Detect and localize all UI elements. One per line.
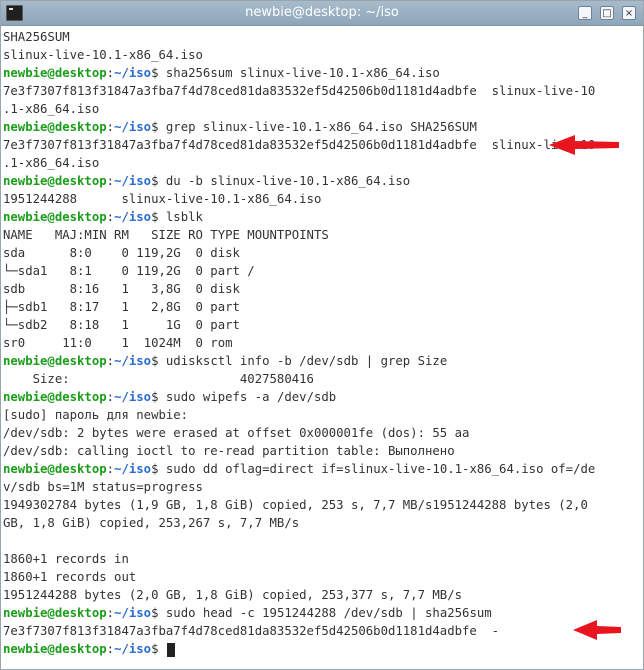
command-text: grep slinux-live-10.1-x86_64.iso SHA256S… <box>158 120 477 134</box>
output-line: 1951244288 slinux-live-10.1-x86_64.iso <box>3 192 322 206</box>
prompt-symbol: $ <box>151 174 159 188</box>
text-cursor <box>166 642 175 657</box>
prompt-user: newbie@desktop <box>3 174 107 188</box>
output-line: v/sdb bs=1M status=progress <box>3 480 203 494</box>
window-title: newbie@desktop: ~/iso <box>245 5 399 20</box>
command-text: lsblk <box>158 210 203 224</box>
prompt-line: newbie@desktop:~/iso$ sudo dd oflag=dire… <box>3 460 643 478</box>
title-bar[interactable]: newbie@desktop: ~/iso _ □ × <box>1 1 643 26</box>
prompt-user: newbie@desktop <box>3 462 107 476</box>
prompt-user: newbie@desktop <box>3 642 107 656</box>
prompt-path: ~/iso <box>114 66 152 80</box>
prompt-separator: : <box>106 174 115 188</box>
prompt-line: newbie@desktop:~/iso$ grep slinux-live-1… <box>3 118 643 136</box>
prompt-path: ~/iso <box>114 462 152 476</box>
output-line: .1-x86_64.iso <box>3 156 100 170</box>
prompt-path: ~/iso <box>114 390 152 404</box>
output-line: sda 8:0 0 119,2G 0 disk <box>3 246 240 260</box>
prompt-user: newbie@desktop <box>3 210 107 224</box>
red-arrow-icon <box>549 135 619 155</box>
prompt-symbol: $ <box>151 642 159 656</box>
command-text: sudo dd oflag=direct if=slinux-live-10.1… <box>158 462 596 476</box>
output-line: GB, 1,8 GiB) copied, 253,267 s, 7,7 MB/s <box>3 516 300 530</box>
prompt-symbol: $ <box>151 120 159 134</box>
output-line: 7e3f7307f813f31847a3fba7f4d78ced81da8353… <box>3 138 596 152</box>
command-text: sudo wipefs -a /dev/sdb <box>158 390 337 404</box>
terminal-output[interactable]: SHA256SUM slinux-live-10.1-x86_64.isonewb… <box>3 28 643 668</box>
prompt-line: newbie@desktop:~/iso$ du -b slinux-live-… <box>3 172 643 190</box>
maximize-button[interactable]: □ <box>600 6 614 20</box>
close-button[interactable]: × <box>622 6 636 20</box>
command-text: udisksctl info -b /dev/sdb | grep Size <box>158 354 448 368</box>
output-line: [sudo] пароль для newbie: <box>3 408 189 422</box>
output-line: slinux-live-10.1-x86_64.iso <box>3 48 203 62</box>
prompt-symbol: $ <box>151 210 159 224</box>
prompt-separator: : <box>106 462 115 476</box>
prompt-line: newbie@desktop:~/iso$ udisksctl info -b … <box>3 352 643 370</box>
command-text: sha256sum slinux-live-10.1-x86_64.iso <box>158 66 440 80</box>
prompt-path: ~/iso <box>114 120 152 134</box>
output-line: /dev/sdb: 2 bytes were erased at offset … <box>3 426 470 440</box>
output-line: NAME MAJ:MIN RM SIZE RO TYPE MOUNTPOINTS <box>3 228 329 242</box>
prompt-line: newbie@desktop:~/iso$ sudo wipefs -a /de… <box>3 388 643 406</box>
prompt-user: newbie@desktop <box>3 354 107 368</box>
command-text: sudo head -c 1951244288 /dev/sdb | sha25… <box>158 606 492 620</box>
output-line: 7e3f7307f813f31847a3fba7f4d78ced81da8353… <box>3 84 596 98</box>
prompt-separator: : <box>106 642 115 656</box>
prompt-symbol: $ <box>151 462 159 476</box>
minimize-button[interactable]: _ <box>578 6 592 20</box>
output-line: /dev/sdb: calling ioctl to re-read parti… <box>3 444 455 458</box>
prompt-path: ~/iso <box>114 174 152 188</box>
prompt-user: newbie@desktop <box>3 66 107 80</box>
prompt-symbol: $ <box>151 390 159 404</box>
prompt-separator: : <box>106 354 115 368</box>
output-line: └─sdb2 8:18 1 1G 0 part <box>3 318 240 332</box>
prompt-line: newbie@desktop:~/iso$ <box>3 640 643 658</box>
output-line: 7e3f7307f813f31847a3fba7f4d78ced81da8353… <box>3 624 500 638</box>
command-text <box>159 642 166 656</box>
prompt-separator: : <box>106 66 115 80</box>
output-line: sr0 11:0 1 1024M 0 rom <box>3 336 233 350</box>
output-line: Size: 4027580416 <box>3 372 314 386</box>
prompt-path: ~/iso <box>114 354 152 368</box>
output-line: 1860+1 records in <box>3 552 129 566</box>
output-line: 1860+1 records out <box>3 570 137 584</box>
prompt-separator: : <box>106 120 115 134</box>
output-line: SHA256SUM <box>3 30 70 44</box>
red-arrow-icon <box>573 620 621 640</box>
output-line: ├─sdb1 8:17 1 2,8G 0 part <box>3 300 240 314</box>
prompt-symbol: $ <box>151 66 159 80</box>
prompt-line: newbie@desktop:~/iso$ sha256sum slinux-l… <box>3 64 643 82</box>
prompt-line: newbie@desktop:~/iso$ sudo head -c 19512… <box>3 604 643 622</box>
prompt-symbol: $ <box>151 606 159 620</box>
output-line: 1949302784 bytes (1,9 GB, 1,8 GiB) copie… <box>3 498 588 512</box>
output-line: sdb 8:16 1 3,8G 0 disk <box>3 282 240 296</box>
prompt-user: newbie@desktop <box>3 390 107 404</box>
prompt-separator: : <box>106 606 115 620</box>
prompt-line: newbie@desktop:~/iso$ lsblk <box>3 208 643 226</box>
output-line: └─sda1 8:1 0 119,2G 0 part / <box>3 264 255 278</box>
prompt-path: ~/iso <box>114 210 152 224</box>
prompt-path: ~/iso <box>114 642 152 656</box>
output-line: .1-x86_64.iso <box>3 102 100 116</box>
command-text: du -b slinux-live-10.1-x86_64.iso <box>158 174 411 188</box>
prompt-user: newbie@desktop <box>3 606 107 620</box>
prompt-path: ~/iso <box>114 606 152 620</box>
prompt-separator: : <box>106 210 115 224</box>
output-line: 1951244288 bytes (2,0 GB, 1,8 GiB) copie… <box>3 588 463 602</box>
prompt-user: newbie@desktop <box>3 120 107 134</box>
prompt-separator: : <box>106 390 115 404</box>
terminal-window: newbie@desktop: ~/iso _ □ × SHA256SUM sli… <box>0 0 644 670</box>
prompt-symbol: $ <box>151 354 159 368</box>
